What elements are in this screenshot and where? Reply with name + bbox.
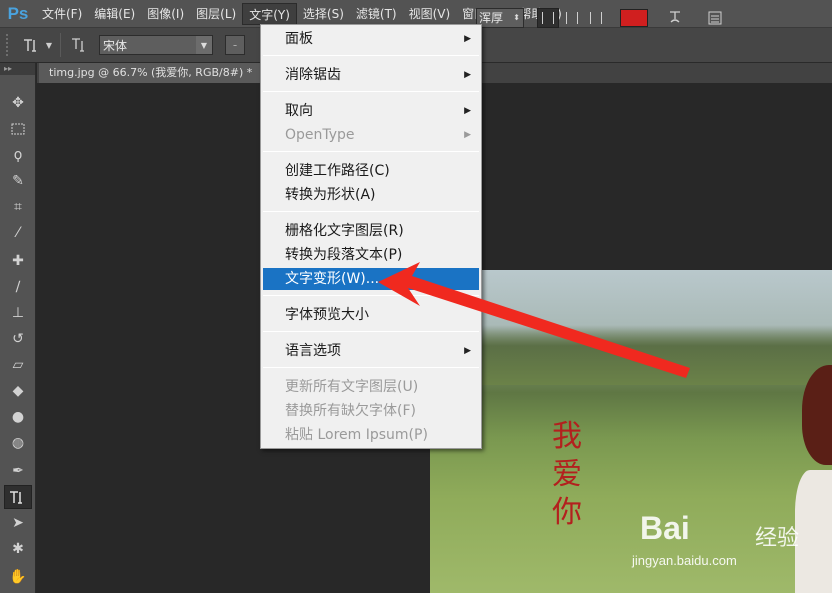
vertical-text-char: 爱 <box>552 457 582 492</box>
dodge-tool-icon[interactable]: ◍ <box>4 431 32 455</box>
menu-type[interactable]: 文字(Y) <box>242 2 297 25</box>
vertical-type-tool-icon[interactable] <box>4 485 32 509</box>
menu-item-font-preview-size[interactable]: 字体预览大小 <box>263 304 479 326</box>
eraser-tool-icon[interactable]: ▱ <box>4 353 32 377</box>
font-family-value: 宋体 <box>103 38 128 53</box>
watermark-url: jingyan.baidu.com <box>632 553 737 568</box>
warp-text-icon <box>670 11 680 23</box>
menu-separator <box>263 295 479 296</box>
quick-select-tool-icon[interactable]: ✎ <box>4 169 32 193</box>
align-top-button[interactable] <box>537 8 559 28</box>
menu-edit[interactable]: 编辑(E) <box>88 3 141 25</box>
submenu-arrow-icon: ▶ <box>464 70 471 80</box>
submenu-arrow-icon: ▶ <box>464 346 471 356</box>
character-panel-button[interactable] <box>704 8 726 28</box>
menu-item-paste-lorem-ipsum[interactable]: 粘贴 Lorem Ipsum(P) <box>263 424 479 446</box>
menu-file[interactable]: 文件(F) <box>36 3 88 25</box>
menu-separator <box>263 91 479 92</box>
align-bottom-icon <box>590 12 602 24</box>
crop-tool-icon[interactable]: ⌗ <box>4 195 32 219</box>
menu-item-antialias[interactable]: 消除锯齿 ▶ <box>263 64 479 86</box>
submenu-arrow-icon: ▶ <box>464 106 471 116</box>
warp-text-button[interactable] <box>664 8 686 28</box>
hand-tool-icon[interactable]: ✋ <box>4 565 32 589</box>
menu-item-convert-to-shape[interactable]: 转换为形状(A) <box>263 184 479 206</box>
toggle-orientation-icon[interactable] <box>67 33 91 57</box>
font-family-select[interactable]: 宋体 ▼ <box>99 35 213 55</box>
vertical-type-tool-icon[interactable] <box>20 33 44 57</box>
photoshop-window: Ps 文件(F) 编辑(E) 图像(I) 图层(L) 文字(Y) 选择(S) 滤… <box>0 0 832 593</box>
custom-shape-tool-icon[interactable]: ✱ <box>4 537 32 561</box>
menu-item-label: OpenType <box>285 127 355 143</box>
align-bottom-button[interactable] <box>585 8 607 28</box>
brush-tool-icon[interactable]: ∕ <box>4 275 32 299</box>
marquee-tool-icon[interactable] <box>4 117 32 141</box>
pen-tool-icon[interactable]: ✒ <box>4 459 32 483</box>
watermark-brand-cn: 经验 <box>755 526 800 551</box>
vertical-text-char: 我 <box>552 419 582 454</box>
menu-item-rasterize-type-layer[interactable]: 栅格化文字图层(R) <box>263 220 479 242</box>
antialias-value: 浑厚 <box>479 11 504 25</box>
type-menu-dropdown: 面板 ▶ 消除锯齿 ▶ 取向 ▶ OpenType ▶ 创建工作路径(C) 转换… <box>260 24 482 449</box>
menu-separator <box>263 367 479 368</box>
align-center-button[interactable] <box>561 8 583 28</box>
tool-preset-dropdown-icon[interactable]: ▼ <box>44 33 54 57</box>
text-color-swatch[interactable] <box>620 9 648 27</box>
menu-view[interactable]: 视图(V) <box>403 3 457 25</box>
menu-layer[interactable]: 图层(L) <box>190 3 242 25</box>
menu-separator <box>263 211 479 212</box>
history-brush-tool-icon[interactable]: ↺ <box>4 327 32 351</box>
app-logo: Ps <box>7 3 29 23</box>
document-tab[interactable]: timg.jpg @ 66.7% (我爱你, RGB/8#) * <box>39 63 264 83</box>
menu-separator <box>263 55 479 56</box>
font-style-select[interactable]: - <box>225 35 245 55</box>
menu-item-label: 语言选项 <box>285 343 341 359</box>
align-center-icon <box>566 12 578 24</box>
chevron-updown-icon: ⬍ <box>513 13 520 22</box>
vertical-text-layer[interactable]: 我 爱 你 <box>552 418 592 532</box>
path-selection-tool-icon[interactable]: ➤ <box>4 511 32 535</box>
menu-item-orientation[interactable]: 取向 ▶ <box>263 100 479 122</box>
menu-item-label: 取向 <box>285 103 313 119</box>
options-grip[interactable] <box>6 34 10 56</box>
move-tool-icon[interactable]: ✥ <box>4 91 32 115</box>
blur-tool-icon[interactable]: ● <box>4 405 32 429</box>
chevron-down-icon: ▼ <box>196 36 212 54</box>
submenu-arrow-icon: ▶ <box>464 130 471 140</box>
separator <box>60 33 61 57</box>
menu-item-label: 面板 <box>285 31 313 47</box>
vertical-text-char: 你 <box>552 495 582 530</box>
healing-brush-tool-icon[interactable]: ✚ <box>4 249 32 273</box>
menu-item-warp-text[interactable]: 文字变形(W)... <box>263 268 479 290</box>
image-figure-body <box>795 470 832 593</box>
menu-separator <box>263 331 479 332</box>
lasso-tool-icon[interactable]: ϙ <box>4 143 32 167</box>
eyedropper-tool-icon[interactable]: ⁄ <box>4 221 32 245</box>
paint-bucket-tool-icon[interactable]: ◆ <box>4 379 32 403</box>
image-treeline <box>430 325 832 385</box>
menu-item-create-work-path[interactable]: 创建工作路径(C) <box>263 160 479 182</box>
menu-select[interactable]: 选择(S) <box>297 3 350 25</box>
watermark-brand: Bai <box>640 510 690 546</box>
align-top-icon <box>542 12 554 24</box>
tools-panel: ▸▸ ✥ ϙ ✎ ⌗ ⁄ ✚ ∕ ⊥ ↺ ▱ ◆ ● ◍ ✒ ➤ ✱ ✋ <box>0 63 36 593</box>
submenu-arrow-icon: ▶ <box>464 34 471 44</box>
menu-item-label: 消除锯齿 <box>285 67 341 83</box>
panels-icon <box>708 11 722 25</box>
menu-item-language-options[interactable]: 语言选项 ▶ <box>263 340 479 362</box>
menu-item-panels[interactable]: 面板 ▶ <box>263 28 479 50</box>
menu-image[interactable]: 图像(I) <box>141 3 190 25</box>
menu-item-replace-missing-fonts[interactable]: 替换所有缺欠字体(F) <box>263 400 479 422</box>
menu-item-opentype[interactable]: OpenType ▶ <box>263 124 479 146</box>
antialias-select[interactable]: 浑厚 ⬍ <box>476 8 524 28</box>
clone-stamp-tool-icon[interactable]: ⊥ <box>4 301 32 325</box>
tools-panel-header[interactable]: ▸▸ <box>0 63 35 75</box>
menu-filter[interactable]: 滤镜(T) <box>350 3 403 25</box>
menu-separator <box>263 151 479 152</box>
menu-item-convert-to-paragraph-text[interactable]: 转换为段落文本(P) <box>263 244 479 266</box>
menu-item-update-all-text-layers[interactable]: 更新所有文字图层(U) <box>263 376 479 398</box>
